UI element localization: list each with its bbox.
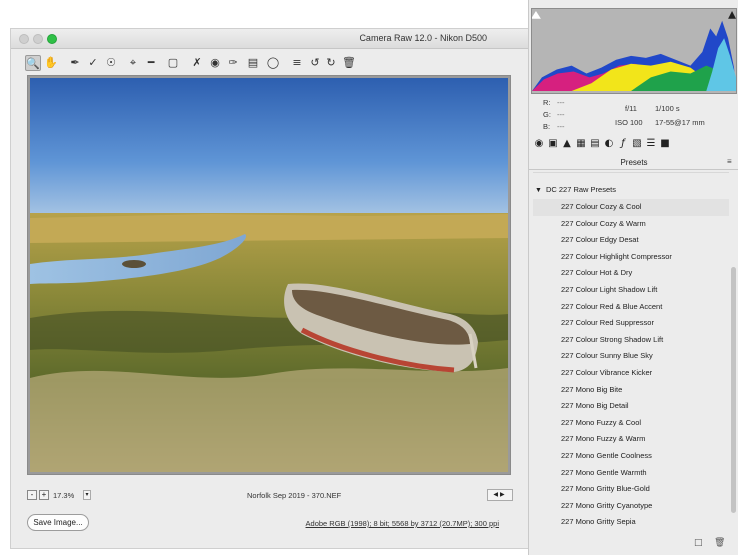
preset-item[interactable]: 227 Mono Big Bite — [533, 382, 729, 399]
straighten-tool-icon[interactable]: ━ — [143, 55, 159, 71]
image-preview-frame — [27, 75, 511, 475]
scrollbar-thumb[interactable] — [731, 267, 736, 513]
zoom-window-button[interactable] — [47, 34, 57, 44]
zoom-out-button[interactable]: - — [27, 490, 37, 500]
red-eye-tool-icon[interactable]: ◉ — [207, 55, 223, 71]
presets-title: Presets — [529, 156, 738, 170]
white-balance-tool-icon[interactable]: ✒ — [67, 55, 83, 71]
sky — [30, 78, 508, 218]
file-name: Norfolk Sep 2019 - 370.NEF — [247, 491, 342, 500]
zoom-dropdown[interactable]: ▾ — [83, 490, 91, 500]
preset-item[interactable]: 227 Mono Gritty Sepia — [533, 514, 729, 530]
r-value: --- — [557, 98, 565, 107]
g-label: G: — [543, 110, 551, 119]
split-toning-tab-icon[interactable]: ▤ — [589, 138, 601, 150]
presets-tab-icon[interactable]: ☰ — [645, 138, 657, 150]
preset-item[interactable]: 227 Colour Light Shadow Lift — [533, 282, 729, 299]
title-bar: Camera Raw 12.0 - Nikon D500 — [11, 29, 529, 49]
preset-item[interactable]: 227 Colour Cozy & Cool — [533, 199, 729, 216]
snapshots-tab-icon[interactable]: ■ — [659, 138, 671, 150]
preset-item[interactable]: 227 Mono Gentle Coolness — [533, 448, 729, 465]
b-label: B: — [543, 122, 551, 131]
lens: 17-55@17 mm — [655, 118, 705, 127]
landscape-photo[interactable] — [30, 78, 508, 472]
spot-removal-tool-icon[interactable]: ✗ — [189, 55, 205, 71]
preset-item[interactable]: 227 Colour Vibrance Kicker — [533, 365, 729, 382]
transform-tool-icon[interactable]: ▢ — [165, 55, 181, 71]
tone-curve-tab-icon[interactable]: ▣ — [547, 138, 559, 150]
effects-tab-icon[interactable]: ƒ — [617, 138, 629, 150]
targeted-adjustment-tool-icon[interactable]: ☉ — [103, 55, 119, 71]
right-panel: R: --- G: --- B: --- f/11 1/100 s ISO 10… — [528, 0, 738, 555]
r-label: R: — [543, 98, 551, 107]
creek-rock — [122, 260, 146, 268]
calibration-tab-icon[interactable]: ▧ — [631, 138, 643, 150]
preset-item[interactable]: 227 Mono Gritty Cyanotype — [533, 498, 729, 515]
preset-item[interactable]: 227 Mono Fuzzy & Warm — [533, 431, 729, 448]
preset-item[interactable]: 227 Colour Cozy & Warm — [533, 216, 729, 233]
window-title: Camera Raw 12.0 - Nikon D500 — [359, 33, 487, 43]
zoom-in-button[interactable]: + — [39, 490, 49, 500]
close-window-button[interactable] — [19, 34, 29, 44]
preset-item[interactable]: 227 Mono Fuzzy & Cool — [533, 415, 729, 432]
g-value: --- — [557, 110, 565, 119]
delete-preset-icon[interactable]: 🗑 — [714, 538, 725, 548]
preset-item[interactable]: 227 Colour Red & Blue Accent — [533, 299, 729, 316]
foreground-grass — [30, 368, 508, 472]
zoom-tool-icon[interactable]: 🔍 — [25, 55, 41, 71]
presets-scrollbar[interactable] — [730, 172, 738, 530]
preferences-icon[interactable]: ≡ — [289, 55, 305, 71]
trash-icon[interactable]: 🗑 — [341, 55, 357, 71]
preset-item[interactable]: 227 Colour Highlight Compressor — [533, 249, 729, 266]
adjustment-brush-tool-icon[interactable]: ✑ — [225, 55, 241, 71]
save-image-button[interactable]: Save Image... — [27, 514, 89, 531]
preset-item[interactable]: 227 Mono Gentle Warmth — [533, 465, 729, 482]
preset-group-label: DC 227 Raw Presets — [545, 185, 616, 194]
preset-item[interactable]: 227 Colour Edgy Desat — [533, 232, 729, 249]
pixel-readout: R: --- G: --- B: --- f/11 1/100 s ISO 10… — [529, 96, 738, 132]
new-preset-icon[interactable]: □ — [694, 538, 703, 548]
disclosure-triangle-icon[interactable]: ▼ — [535, 187, 542, 194]
aperture: f/11 — [625, 104, 637, 113]
preset-item[interactable]: 227 Colour Strong Shadow Lift — [533, 332, 729, 349]
graduated-filter-tool-icon[interactable]: ▤ — [245, 55, 261, 71]
detail-tab-icon[interactable]: ▲ — [561, 138, 573, 150]
hand-tool-icon[interactable]: ✋ — [43, 55, 59, 71]
hsl-tab-icon[interactable]: ▦ — [575, 138, 587, 150]
preset-group[interactable]: ▼ DC 227 Raw Presets — [535, 185, 616, 194]
rotate-left-icon[interactable]: ↺ — [307, 55, 323, 71]
presets-menu-icon[interactable]: ≡ — [727, 158, 735, 166]
basic-tab-icon[interactable]: ◉ — [533, 138, 545, 150]
preset-item[interactable]: 227 Colour Red Suppressor — [533, 315, 729, 332]
preset-item[interactable]: 227 Mono Gritty Blue-Gold — [533, 481, 729, 498]
toolbar: 🔍 ✋ ✒ ✓ ☉ ⌖ ━ ▢ ✗ ◉ ✑ ▤ ◯ ≡ ↺ ↻ 🗑 — [25, 53, 521, 75]
radial-filter-tool-icon[interactable]: ◯ — [265, 55, 281, 71]
panel-tabs: ◉ ▣ ▲ ▦ ▤ ◐ ƒ ▧ ☰ ■ — [533, 138, 733, 152]
panel-footer: □ 🗑 — [690, 538, 730, 550]
rotate-right-icon[interactable]: ↻ — [323, 55, 339, 71]
preset-item[interactable]: 227 Mono Big Detail — [533, 398, 729, 415]
crop-tool-icon[interactable]: ⌖ — [125, 55, 141, 71]
image-nav-buttons[interactable]: ◀▶ — [487, 489, 513, 501]
minimize-window-button[interactable] — [33, 34, 43, 44]
preset-item[interactable]: 227 Colour Sunny Blue Sky — [533, 348, 729, 365]
presets-list: ▼ DC 227 Raw Presets 227 Colour Cozy & Co… — [533, 172, 729, 530]
far-bank — [30, 214, 508, 243]
color-sampler-tool-icon[interactable]: ✓ — [85, 55, 101, 71]
shutter-speed: 1/100 s — [655, 104, 680, 113]
histogram — [531, 8, 737, 94]
lens-tab-icon[interactable]: ◐ — [603, 138, 615, 150]
zoom-level: 17.3% — [53, 491, 75, 500]
iso: ISO 100 — [615, 118, 643, 127]
workflow-options-link[interactable]: Adobe RGB (1998); 8 bit; 5568 by 3712 (2… — [306, 519, 499, 528]
status-bar: - + 17.3% ▾ Norfolk Sep 2019 - 370.NEF ◀… — [27, 489, 517, 503]
b-value: --- — [557, 122, 565, 131]
camera-raw-window: Camera Raw 12.0 - Nikon D500 🔍 ✋ ✒ ✓ ☉ ⌖… — [10, 28, 530, 549]
preset-item[interactable]: 227 Colour Hot & Dry — [533, 265, 729, 282]
